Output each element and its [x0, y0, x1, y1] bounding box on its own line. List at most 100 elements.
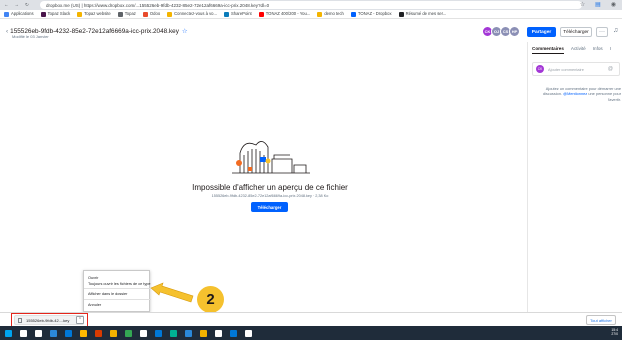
forward-icon[interactable]: →: [15, 2, 20, 8]
bookmark-item[interactable]: Topaz Slack: [40, 11, 71, 17]
bookmark-label: Odoo: [149, 11, 161, 17]
bookmark-item[interactable]: TONAZ 400/200 - You...: [258, 11, 311, 17]
clock-date: 27/0: [611, 332, 618, 337]
mention-icon[interactable]: @: [608, 66, 613, 72]
menu-divider: [84, 299, 151, 300]
comment-hint: Ajoutez un commentaire pour démarrer une…: [533, 86, 621, 102]
download-bar: 155526eb-9fdb-42....key ⌃ Tout afficher: [0, 312, 622, 327]
screen: ← → ↻ dropbox.me (US) | https://www.drop…: [0, 0, 622, 340]
bookmark-icon: [223, 11, 229, 17]
download-file-button[interactable]: Télécharger: [251, 202, 288, 212]
bookmark-item[interactable]: Topaz website: [77, 11, 111, 17]
comment-placeholder: Ajouter commentaire: [548, 66, 584, 72]
taskbar-app-icon[interactable]: [20, 329, 27, 337]
taskbar-app-icon[interactable]: [140, 329, 147, 337]
file-info: 155526eb-9fdb-4232-85e2-72e12af6669a-icc…: [211, 194, 329, 198]
bookmark-item[interactable]: SharePoint: [223, 11, 252, 17]
panel-tabs: Commentaires Activité Infos I: [532, 46, 611, 54]
bookmark-icon: [4, 11, 9, 17]
bookmark-icon: [350, 11, 356, 17]
taskbar-app-icon[interactable]: [170, 329, 177, 337]
mention-link[interactable]: @Mentionnez: [563, 91, 587, 96]
side-panel: Commentaires Activité Infos I CK Ajouter co…: [527, 42, 622, 312]
pointer-arrow: [150, 282, 194, 303]
bookmark-item[interactable]: Connectez-vous à vo...: [167, 11, 217, 17]
menu-item-cancel[interactable]: Annuler: [88, 303, 101, 307]
extension-icon[interactable]: ▤: [595, 1, 601, 8]
collaborator-avatars[interactable]: CK OJ CS HP: [482, 26, 520, 37]
taskbar-app-icon[interactable]: [65, 329, 72, 337]
taskbar-app-icon[interactable]: [35, 329, 42, 337]
taskbar-app-icon[interactable]: [5, 329, 12, 337]
highlight-box: [11, 313, 88, 327]
bookmarks-bar: Applications Topaz Slack Topaz website Topa…: [0, 10, 622, 19]
browser-nav: ← → ↻: [0, 2, 40, 8]
bookmark-label: Topaz: [124, 11, 136, 17]
bookmark-label: Applications: [11, 11, 34, 17]
bookmark-label: Topaz Slack: [47, 11, 71, 17]
browser-address-bar: ← → ↻ dropbox.me (US) | https://www.drop…: [0, 0, 622, 10]
windows-taskbar: [0, 326, 622, 340]
menu-item-always-open[interactable]: Toujours ouvrir les fichiers de ce type: [88, 282, 150, 286]
more-options-button[interactable]: ···: [596, 27, 608, 37]
bookmark-label: SharePoint: [230, 11, 252, 17]
menu-divider: [84, 288, 151, 289]
bookmark-item[interactable]: TONAZ - Dropbox: [350, 11, 392, 17]
file-viewer: [0, 42, 527, 312]
bookmark-icon: [167, 11, 173, 17]
bookmark-icon: [258, 11, 264, 17]
star-icon[interactable]: ☆: [580, 1, 585, 8]
taskbar-app-icon[interactable]: [230, 329, 237, 337]
bookmark-label: Connectez-vous à vo...: [174, 11, 217, 17]
bookmark-item[interactable]: Topaz: [117, 11, 136, 17]
taskbar-app-icon[interactable]: [200, 329, 207, 337]
profile-icon[interactable]: ◉: [611, 1, 616, 8]
bookmark-item[interactable]: Odoo: [142, 11, 161, 17]
download-context-menu: Ouvrir Toujours ouvrir les fichiers de c…: [83, 270, 151, 312]
taskbar-app-icon[interactable]: [185, 329, 192, 337]
tab-3[interactable]: I: [610, 46, 611, 54]
bookmark-label: TONAZ - Dropbox: [357, 11, 392, 17]
bookmark-item[interactable]: demo tech: [317, 11, 344, 17]
taskbar-app-icon[interactable]: [125, 329, 132, 337]
download-button[interactable]: Télécharger: [560, 27, 592, 37]
bookmark-label: Topaz website: [84, 11, 111, 17]
taskbar-app-icon[interactable]: [80, 329, 87, 337]
comment-input[interactable]: CK Ajouter commentaire @: [532, 62, 620, 76]
modified-date: Modifié le 03 Janvier: [12, 34, 49, 39]
bookmark-icon: [117, 11, 123, 17]
taskbar-app-icon[interactable]: [95, 329, 102, 337]
back-arrow-icon[interactable]: ‹: [6, 28, 8, 35]
tab-2[interactable]: Infos: [593, 46, 603, 54]
taskbar-app-icon[interactable]: [110, 329, 117, 337]
back-icon[interactable]: ←: [4, 2, 9, 8]
system-clock: 15:4 27/0: [605, 328, 618, 337]
avatar: CK: [536, 65, 544, 73]
bookmark-label: Résumé de mes ser...: [405, 11, 447, 17]
avatar[interactable]: HP: [509, 26, 520, 37]
share-button[interactable]: Partager: [527, 27, 556, 37]
bookmark-label: TONAZ 400/200 - You...: [265, 11, 311, 17]
step-badge: 2: [197, 286, 224, 313]
tab-0[interactable]: Commentaires: [532, 46, 564, 54]
menu-item-show-in-folder[interactable]: Afficher dans le dossier: [88, 292, 127, 296]
taskbar-app-icon[interactable]: [215, 329, 222, 337]
notification-bell-icon[interactable]: ♫: [613, 27, 618, 34]
show-all-button[interactable]: Tout afficher: [586, 315, 616, 325]
reload-icon[interactable]: ↻: [25, 2, 29, 8]
bookmark-item[interactable]: Applications: [4, 11, 34, 17]
browser-actions: ☆ ▤ ◉: [580, 1, 616, 8]
favorite-star-icon[interactable]: ☆: [182, 28, 188, 35]
taskbar-app-icon[interactable]: [155, 329, 162, 337]
tab-1[interactable]: Activité: [571, 46, 586, 54]
bookmark-item[interactable]: Résumé de mes ser...: [398, 11, 447, 17]
bookmark-icon: [142, 11, 148, 17]
url-field[interactable]: dropbox.me (US) | https://www.dropbox.co…: [40, 1, 582, 9]
no-preview-illustration: [232, 141, 310, 174]
bookmark-icon: [77, 11, 83, 17]
bookmark-label: demo tech: [324, 11, 344, 17]
taskbar-app-icon[interactable]: [245, 329, 252, 337]
menu-item-open[interactable]: Ouvrir: [88, 276, 98, 280]
bookmark-icon: [317, 11, 323, 17]
taskbar-app-icon[interactable]: [50, 329, 57, 337]
